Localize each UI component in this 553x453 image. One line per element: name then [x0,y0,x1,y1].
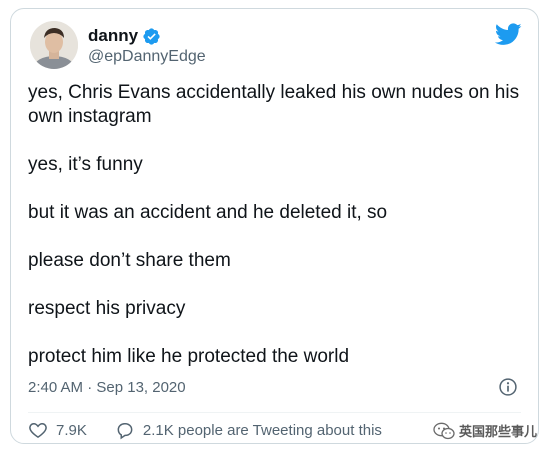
speech-bubble-icon [117,423,133,440]
like-button[interactable]: 7.9K [28,420,87,440]
tweet-line: yes, Chris Evans accidentally leaked his… [28,82,520,127]
tweet-line: yes, it’s funny [28,154,143,175]
timestamp-row: 2:40 AM · Sep 13, 2020 [28,375,528,399]
like-count: 7.9K [56,421,87,439]
conversation-text: 2.1K people are Tweeting about this [142,421,382,439]
tweet-text: yes, Chris Evans accidentally leaked his… [28,81,528,393]
tweet-actions: 7.9K 2.1K people are Tweeting about this [28,417,410,443]
avatar[interactable] [30,21,78,69]
author-name[interactable]: danny [88,26,138,46]
tweet-card[interactable]: danny @epDannyEdge yes, Chris Evans acci… [10,8,539,444]
watermark-text: 英国那些事儿 [459,424,538,439]
author-handle[interactable]: @epDannyEdge [88,48,206,66]
watermark: 英国那些事儿 [433,421,537,440]
tweet-timestamp[interactable]: 2:40 AM · Sep 13, 2020 [28,379,186,396]
tweet-line: but it was an accident and he deleted it… [28,202,388,223]
verified-badge-icon [143,27,160,45]
twitter-bird-icon[interactable] [495,23,522,46]
tweet-line: respect his privacy [28,298,186,319]
tweet-line: protect him like he protected the world [28,346,350,367]
author-block[interactable]: danny @epDannyEdge [88,25,206,66]
info-icon[interactable] [498,377,518,397]
heart-icon [29,422,47,438]
tweet-line: please don’t share them [28,250,231,271]
divider [28,412,521,413]
avatar-photo [30,21,78,69]
conversation-link[interactable]: 2.1K people are Tweeting about this [115,420,382,440]
wechat-icon [433,422,455,439]
